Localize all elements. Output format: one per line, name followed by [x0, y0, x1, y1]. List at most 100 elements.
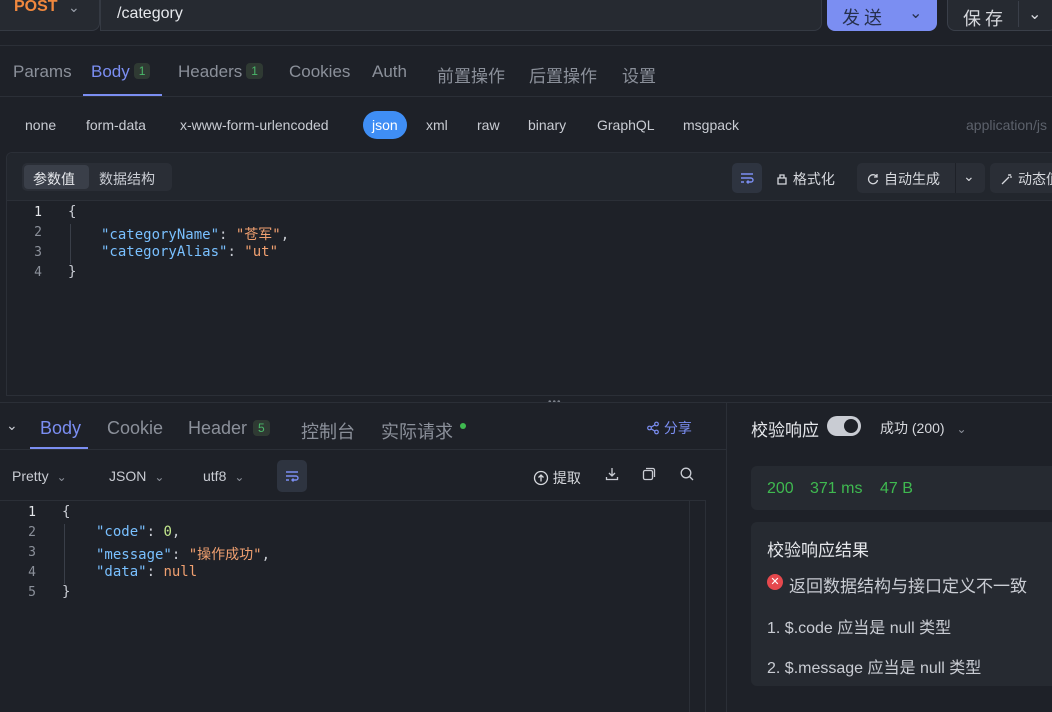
line-number: 3 — [28, 545, 36, 560]
tab-label: Auth — [372, 62, 407, 81]
auto-generate-label: 自动生成 — [866, 169, 940, 189]
code-token: } — [62, 584, 71, 600]
editor-toolbar: 参数值 数据结构 格式化 自动生成 ⌄ 动态值 — [7, 153, 1052, 201]
body-type-binary[interactable]: binary — [528, 117, 566, 133]
json-string: "苍军" — [235, 227, 281, 243]
send-button[interactable]: 发送 ⌄ — [827, 0, 937, 31]
share-button[interactable]: 分享 — [646, 418, 692, 438]
status-dot — [460, 423, 466, 429]
body-type-msgpack[interactable]: msgpack — [683, 117, 739, 133]
code-line: "message": "操作成功", — [96, 544, 270, 564]
dynamic-label-text: 动态值 — [1018, 171, 1052, 187]
refresh-icon — [867, 174, 879, 185]
response-size: 47 B — [880, 480, 913, 497]
format-button[interactable]: 格式化 — [775, 169, 835, 189]
collapse-chevron-icon[interactable]: ⌄ — [6, 417, 18, 434]
tab-pre-ops[interactable]: 前置操作 — [437, 62, 505, 87]
mode-schema-button[interactable]: 数据结构 — [99, 169, 155, 189]
tab-response-header[interactable]: Header 5 — [188, 418, 270, 439]
json-key: "categoryAlias" — [101, 244, 228, 260]
body-type-graphql[interactable]: GraphQL — [597, 117, 655, 133]
tab-response-body[interactable]: Body — [40, 418, 81, 439]
code-token: { — [62, 504, 71, 520]
chevron-down-icon: ⌄ — [154, 470, 165, 484]
json-key: "data" — [96, 564, 147, 580]
divider — [955, 163, 956, 193]
tab-auth[interactable]: Auth — [372, 62, 407, 82]
code-line: { — [68, 204, 76, 220]
encoding-select[interactable]: utf8 ⌄ — [203, 468, 244, 484]
validation-result-card: 校验响应结果 ✕ 返回数据结构与接口定义不一致 1. $.code 应当是 nu… — [751, 522, 1052, 686]
json-null: null — [163, 564, 198, 580]
scrollbar[interactable] — [689, 501, 690, 712]
wrap-lines-button[interactable] — [277, 460, 307, 492]
tab-settings[interactable]: 设置 — [622, 62, 656, 87]
panel-divider[interactable] — [726, 403, 727, 712]
divider — [0, 96, 1052, 97]
indent-guide — [70, 224, 71, 264]
line-number: 3 — [34, 245, 42, 260]
tab-headers[interactable]: Headers 1 — [178, 62, 263, 82]
code-line: "data": null — [96, 564, 197, 580]
tab-console[interactable]: 控制台 — [301, 418, 355, 444]
chevron-down-icon: ⌄ — [56, 470, 67, 484]
body-type-xml[interactable]: xml — [426, 117, 448, 133]
chevron-down-icon: ⌄ — [956, 422, 967, 436]
code-token: } — [68, 264, 77, 280]
tab-actual-request[interactable]: 实际请求 — [381, 418, 453, 444]
tab-label: Header — [188, 418, 248, 438]
line-number: 2 — [34, 225, 42, 240]
tab-cookies[interactable]: Cookies — [289, 62, 350, 82]
download-icon[interactable] — [604, 466, 620, 487]
view-mode-select[interactable]: Pretty ⌄ — [12, 468, 67, 484]
tab-label: 控制台 — [301, 422, 355, 442]
body-type-urlencoded[interactable]: x-www-form-urlencoded — [180, 117, 329, 133]
body-type-none[interactable]: none — [25, 117, 56, 133]
chevron-down-icon[interactable]: ⌄ — [1028, 4, 1041, 24]
tab-response-cookie[interactable]: Cookie — [107, 418, 163, 439]
tab-post-ops[interactable]: 后置操作 — [529, 62, 597, 87]
auto-generate-button[interactable]: 自动生成 ⌄ — [857, 163, 985, 193]
validate-response-label: 校验响应 — [751, 421, 819, 440]
tab-params[interactable]: Params — [13, 62, 72, 82]
wrap-lines-button[interactable] — [732, 163, 762, 193]
wrap-icon — [286, 471, 299, 482]
json-number: 0 — [163, 524, 172, 540]
json-key: "categoryName" — [101, 227, 220, 243]
tab-label: 实际请求 — [381, 422, 453, 442]
method-select[interactable]: POST ⌄ — [0, 0, 100, 31]
body-type-form-data[interactable]: form-data — [86, 117, 146, 133]
line-number: 2 — [28, 525, 36, 540]
code-line: } — [68, 264, 76, 280]
chevron-down-icon[interactable]: ⌄ — [963, 168, 975, 185]
code-line: { — [62, 504, 70, 520]
tab-label: Headers — [178, 62, 243, 81]
tab-label: Params — [13, 62, 72, 81]
tab-body[interactable]: Body 1 — [91, 62, 151, 82]
url-input[interactable]: /category — [100, 0, 822, 31]
format-select[interactable]: JSON ⌄ — [109, 468, 164, 484]
code-token: : — [171, 547, 189, 563]
body-type-json[interactable]: json — [363, 111, 407, 139]
chevron-down-icon: ⌄ — [68, 0, 80, 15]
tab-badge: 1 — [246, 63, 263, 79]
dynamic-value-button[interactable]: 动态值 — [990, 163, 1052, 193]
mode-values-button[interactable]: 参数值 — [24, 165, 89, 189]
search-icon[interactable] — [679, 466, 695, 487]
select-value: Pretty — [12, 468, 49, 484]
copy-icon[interactable] — [641, 466, 657, 487]
select-value: 成功 (200) — [880, 420, 945, 436]
validate-toggle[interactable] — [827, 416, 861, 436]
response-status-select[interactable]: 成功 (200) ⌄ — [880, 418, 967, 438]
line-number: 4 — [34, 265, 42, 280]
chevron-down-icon[interactable]: ⌄ — [909, 3, 922, 23]
body-type-raw[interactable]: raw — [477, 117, 500, 133]
extract-label: 提取 — [552, 470, 581, 486]
save-button[interactable]: 保存 ⌄ — [947, 0, 1052, 31]
mode-label: 参数值 — [33, 171, 75, 187]
tab-label: 后置操作 — [529, 67, 597, 86]
code-token: : — [227, 244, 245, 260]
save-label: 保存 — [963, 9, 1007, 29]
line-number: 1 — [28, 505, 36, 520]
extract-button[interactable]: 提取 — [533, 468, 581, 488]
